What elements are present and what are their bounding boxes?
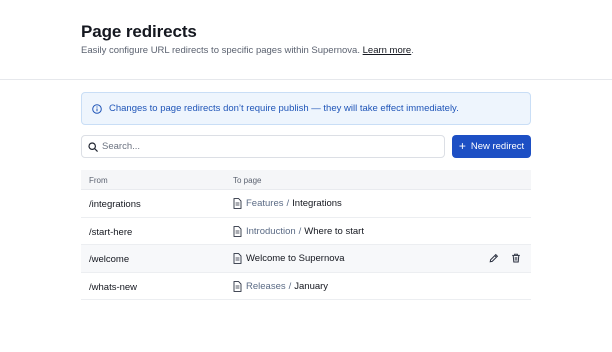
- redirects-table: From To page /integrations Features / Int…: [81, 170, 531, 300]
- breadcrumb-page: Welcome to Supernova: [246, 253, 345, 264]
- redirect-to: Features / Integrations: [233, 198, 342, 209]
- redirect-to: Releases / January: [233, 281, 328, 292]
- learn-more-link[interactable]: Learn more: [363, 45, 412, 56]
- table-header: From To page: [81, 170, 531, 190]
- info-banner: Changes to page redirects don’t require …: [81, 92, 531, 125]
- redirect-from: /welcome: [89, 254, 130, 265]
- search-input[interactable]: [102, 137, 432, 156]
- breadcrumb-page: January: [294, 280, 329, 292]
- page-subtitle: Easily configure URL redirects to specif…: [81, 45, 414, 56]
- plus-icon: +: [458, 139, 466, 153]
- subtitle-period: .: [411, 45, 414, 56]
- redirect-to: Introduction / Where to start: [233, 226, 364, 237]
- page-title: Page redirects: [81, 22, 197, 41]
- column-header-to-page: To page: [233, 176, 262, 185]
- search-icon: [88, 142, 98, 152]
- breadcrumb-separator: /: [298, 225, 302, 237]
- trash-icon[interactable]: [511, 253, 521, 263]
- breadcrumb-page: Integrations: [292, 198, 342, 209]
- document-icon: [233, 198, 242, 209]
- new-redirect-label: New redirect: [470, 141, 525, 152]
- banner-text: Changes to page redirects don’t require …: [109, 103, 459, 114]
- redirect-from: /integrations: [89, 199, 141, 210]
- column-header-from: From: [89, 176, 108, 185]
- breadcrumb-section: Features: [246, 198, 284, 209]
- info-icon: [92, 104, 102, 114]
- document-icon: [233, 225, 242, 237]
- table-row[interactable]: /integrations Features / Integrations: [81, 190, 531, 218]
- breadcrumb-page: Where to start: [304, 225, 364, 237]
- page-header: Page redirects Easily configure URL redi…: [0, 0, 612, 80]
- breadcrumb-separator: /: [288, 280, 292, 292]
- table-row[interactable]: /welcome Welcome to Supernova: [81, 245, 531, 273]
- breadcrumb-section: Introduction: [246, 225, 296, 237]
- row-actions: [489, 253, 521, 263]
- table-row[interactable]: /whats-new Releases / January: [81, 273, 531, 300]
- breadcrumb-separator: /: [286, 198, 290, 209]
- new-redirect-button[interactable]: + New redirect: [452, 135, 531, 158]
- redirect-from: /start-here: [89, 226, 133, 238]
- edit-icon[interactable]: [489, 253, 499, 263]
- subtitle-text: Easily configure URL redirects to specif…: [81, 45, 360, 56]
- redirect-from: /whats-new: [89, 281, 138, 293]
- document-icon: [233, 280, 242, 292]
- document-icon: [233, 253, 242, 264]
- redirect-to: Welcome to Supernova: [233, 253, 345, 264]
- table-row[interactable]: /start-here Introduction / Where to start: [81, 218, 531, 245]
- breadcrumb-section: Releases: [246, 280, 286, 292]
- search-box[interactable]: [81, 135, 445, 158]
